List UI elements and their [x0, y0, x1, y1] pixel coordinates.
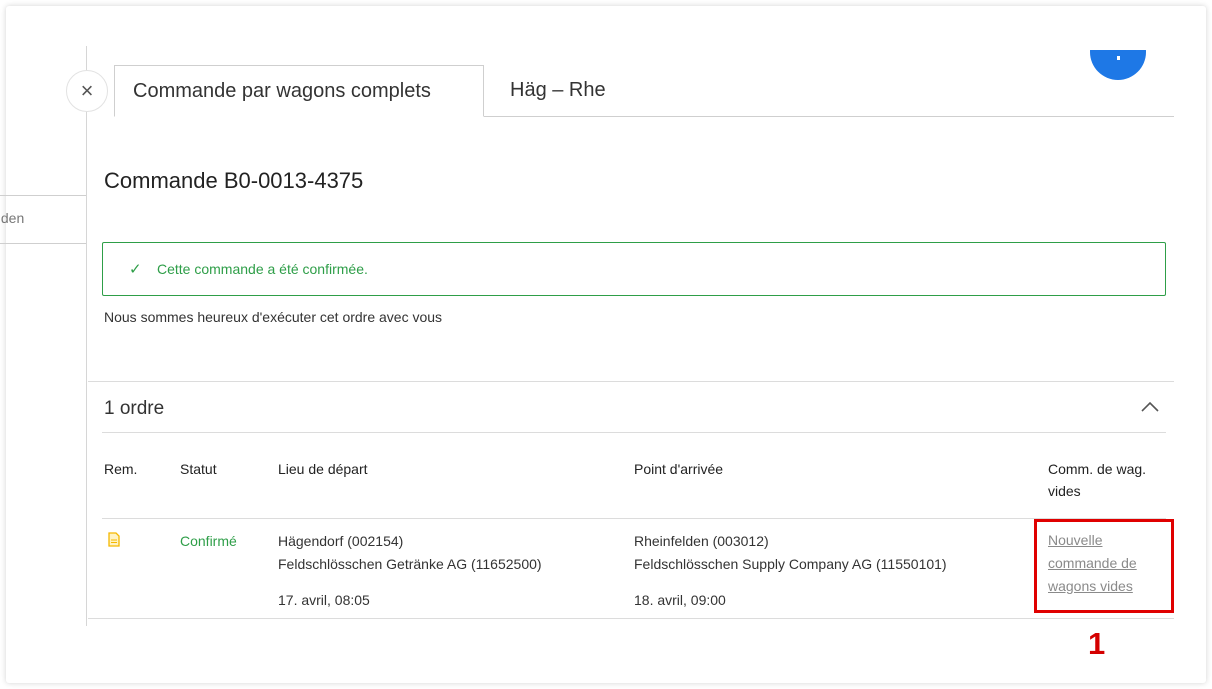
column-header-lieu-depart: Lieu de départ — [278, 461, 368, 477]
chevron-up-icon[interactable] — [1140, 396, 1160, 419]
arrival-location: Rheinfelden (003012) — [634, 533, 769, 549]
close-icon: × — [80, 78, 94, 103]
arrival-time: 18. avril, 09:00 — [634, 592, 726, 608]
background-tab-label: elden — [0, 210, 25, 226]
column-header-rem: Rem. — [104, 461, 138, 477]
arrival-company: Feldschlösschen Supply Company AG (11550… — [634, 556, 947, 572]
document-icon[interactable] — [108, 532, 120, 547]
panel-divider — [86, 46, 87, 626]
tab-label: Häg – Rhe — [510, 79, 606, 101]
success-alert: ✓ Cette commande a été confirmée. — [102, 242, 1166, 296]
depart-company: Feldschlösschen Getränke AG (11652500) — [278, 556, 542, 572]
highlight-box — [1034, 519, 1174, 613]
close-button[interactable]: × — [66, 70, 108, 112]
background-tab[interactable]: elden — [0, 195, 86, 244]
table-bottom-divider — [88, 618, 1174, 619]
tab-commande-wagons-complets[interactable]: Commande par wagons complets — [114, 65, 484, 117]
column-header-point-arrivee: Point d'arrivée — [634, 461, 724, 477]
tab-hag-rhe[interactable]: Häg – Rhe — [492, 65, 624, 117]
info-text: Nous sommes heureux d'exécuter cet ordre… — [104, 309, 443, 325]
status-badge: Confirmé — [180, 533, 237, 549]
table-top-divider — [102, 432, 1166, 433]
depart-time: 17. avril, 08:05 — [278, 592, 370, 608]
depart-location: Hägendorf (002154) — [278, 533, 404, 549]
success-message: Cette commande a été confirmée. — [157, 261, 368, 277]
tab-label: Commande par wagons complets — [133, 80, 431, 102]
table-header-divider — [102, 518, 1166, 519]
annotation-marker: 1 — [1088, 626, 1106, 661]
check-icon: ✓ — [129, 261, 142, 278]
orders-count-label: 1 ordre — [104, 398, 165, 419]
page-title: Commande B0-0013-4375 — [104, 168, 364, 193]
column-header-statut: Statut — [180, 461, 217, 477]
section-divider — [88, 381, 1174, 382]
column-header-comm-wag: Comm. de wag. vides — [1048, 461, 1147, 499]
